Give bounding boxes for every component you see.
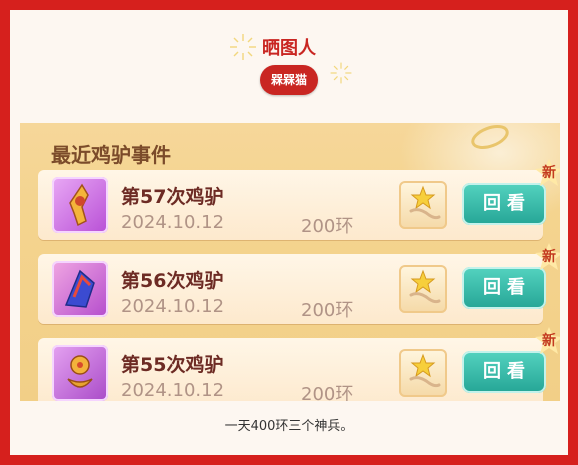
event-title: 第56次鸡驴 bbox=[121, 270, 224, 292]
like-button[interactable] bbox=[399, 181, 447, 229]
new-tag: 新 bbox=[534, 158, 560, 188]
event-row: 第55次鸡驴 2024.10.12 200环 回看 新 bbox=[38, 327, 560, 401]
hand-star-icon bbox=[409, 353, 441, 388]
game-screenshot: 最近鸡驴事件 第57次鸡驴 2024.10.12 200环 回看 新 第56次鸡… bbox=[20, 123, 560, 401]
event-date: 2024.10.12 bbox=[121, 212, 225, 233]
new-tag: 新 bbox=[534, 326, 560, 356]
weapon-icon bbox=[52, 177, 108, 233]
weapon-icon bbox=[52, 345, 108, 401]
like-button[interactable] bbox=[399, 265, 447, 313]
event-row: 第56次鸡驴 2024.10.12 200环 回看 新 bbox=[38, 243, 560, 324]
post-card: 晒图人 槑槑猫 最近鸡驴事件 第57次鸡驴 2024.10.12 200环 回看… bbox=[10, 10, 568, 455]
new-tag-label: 新 bbox=[542, 249, 556, 265]
new-tag: 新 bbox=[534, 242, 560, 272]
event-rings: 200环 bbox=[301, 216, 354, 237]
hand-star-icon bbox=[409, 185, 441, 220]
sparkle-icon bbox=[330, 62, 352, 84]
new-tag-label: 新 bbox=[542, 333, 556, 349]
event-date: 2024.10.12 bbox=[121, 380, 225, 401]
post-title: 晒图人 bbox=[262, 38, 316, 59]
replay-button[interactable]: 回看 bbox=[462, 183, 546, 225]
author-badge[interactable]: 槑槑猫 bbox=[260, 65, 318, 95]
event-title: 第55次鸡驴 bbox=[121, 354, 224, 376]
replay-button[interactable]: 回看 bbox=[462, 267, 546, 309]
event-date: 2024.10.12 bbox=[121, 296, 225, 317]
event-title: 第57次鸡驴 bbox=[121, 186, 224, 208]
section-title: 最近鸡驴事件 bbox=[51, 143, 171, 167]
replay-button[interactable]: 回看 bbox=[462, 351, 546, 393]
red-frame: 晒图人 槑槑猫 最近鸡驴事件 第57次鸡驴 2024.10.12 200环 回看… bbox=[0, 0, 578, 465]
event-rings: 200环 bbox=[301, 384, 354, 401]
hand-star-icon bbox=[409, 269, 441, 304]
caption-text: 一天400环三个神兵。 bbox=[224, 419, 354, 434]
like-button[interactable] bbox=[399, 349, 447, 397]
weapon-icon bbox=[52, 261, 108, 317]
event-rings: 200环 bbox=[301, 300, 354, 321]
new-tag-label: 新 bbox=[542, 165, 556, 181]
gold-ring-icon bbox=[471, 125, 509, 149]
event-row: 第57次鸡驴 2024.10.12 200环 回看 新 bbox=[38, 159, 560, 240]
